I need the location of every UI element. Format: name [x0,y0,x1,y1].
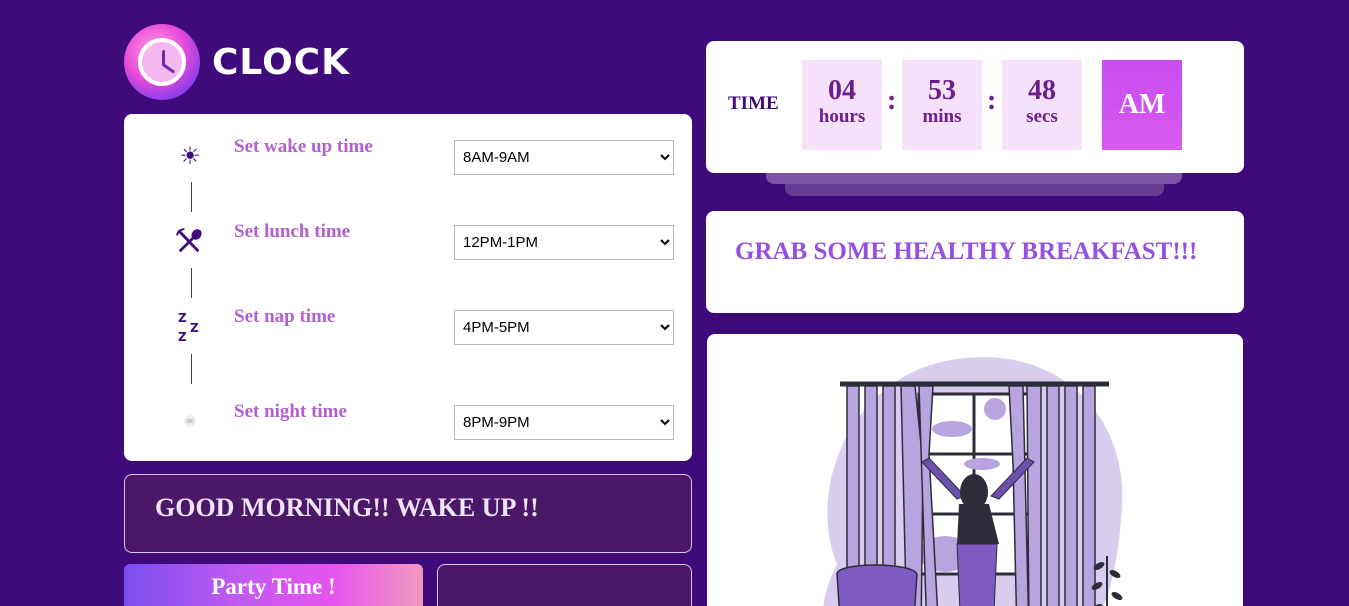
svg-text:Z: Z [190,321,199,335]
logo: CLOCK [124,24,350,100]
wake-message-box: GOOD MORNING!! WAKE UP !! [124,474,692,553]
wake-up-row: ☀ Set wake up time 8AM-9AM [124,136,692,176]
mins-value: 53 [928,75,956,106]
time-card: TIME 04 hours : 53 mins : 48 secs AM [706,41,1244,173]
wake-up-label: Set wake up time [234,136,373,157]
message-card: GRAB SOME HEALTHY BREAKFAST!!! [706,211,1244,313]
app-title: CLOCK [212,41,350,83]
time-label: TIME [728,93,779,114]
divider [191,182,192,212]
secs-value: 48 [1028,75,1056,106]
wake-message: GOOD MORNING!! WAKE UP !! [155,493,539,522]
mins-box: 53 mins [902,60,982,150]
fork-spoon-icon [176,227,204,255]
hours-box: 04 hours [802,60,882,150]
hours-unit: hours [818,106,866,127]
nap-row: Z Z Z Set nap time 4PM-5PM [124,306,692,346]
night-select[interactable]: 8PM-9PM [454,405,674,440]
party-time-button[interactable]: Party Time ! [124,564,423,606]
sun-icon: ☀ [179,142,201,170]
lunch-label: Set lunch time [234,221,351,242]
night-row: Set night time 8PM-9PM [124,401,692,441]
moon-icon [176,407,204,435]
mins-unit: mins [922,106,962,127]
divider [191,354,192,384]
divider [191,268,192,298]
party-time-label: Party Time ! [211,574,336,599]
lunch-select[interactable]: 12PM-1PM [454,225,674,260]
clock-icon [124,24,200,100]
separator: : [887,85,897,116]
secs-box: 48 secs [1002,60,1082,150]
illustration-card [707,334,1243,606]
svg-text:Z: Z [178,311,187,325]
svg-text:Z: Z [178,330,187,342]
nap-label: Set nap time [234,306,336,327]
meal-message: GRAB SOME HEALTHY BREAKFAST!!! [735,238,1198,265]
schedule-panel: ☀ Set wake up time 8AM-9AM Set lunch tim… [124,114,692,461]
nap-select[interactable]: 4PM-5PM [454,310,674,345]
zzz-icon: Z Z Z [176,311,204,342]
empty-panel [437,564,692,606]
lunch-row: Set lunch time 12PM-1PM [124,221,692,261]
hours-value: 04 [828,75,856,106]
separator: : [987,85,997,116]
woman-opening-curtains-illustration [823,357,1123,606]
secs-unit: secs [1026,106,1058,127]
wake-up-select[interactable]: 8AM-9AM [454,140,674,175]
ampm-indicator: AM [1102,60,1182,150]
night-label: Set night time [234,401,347,422]
